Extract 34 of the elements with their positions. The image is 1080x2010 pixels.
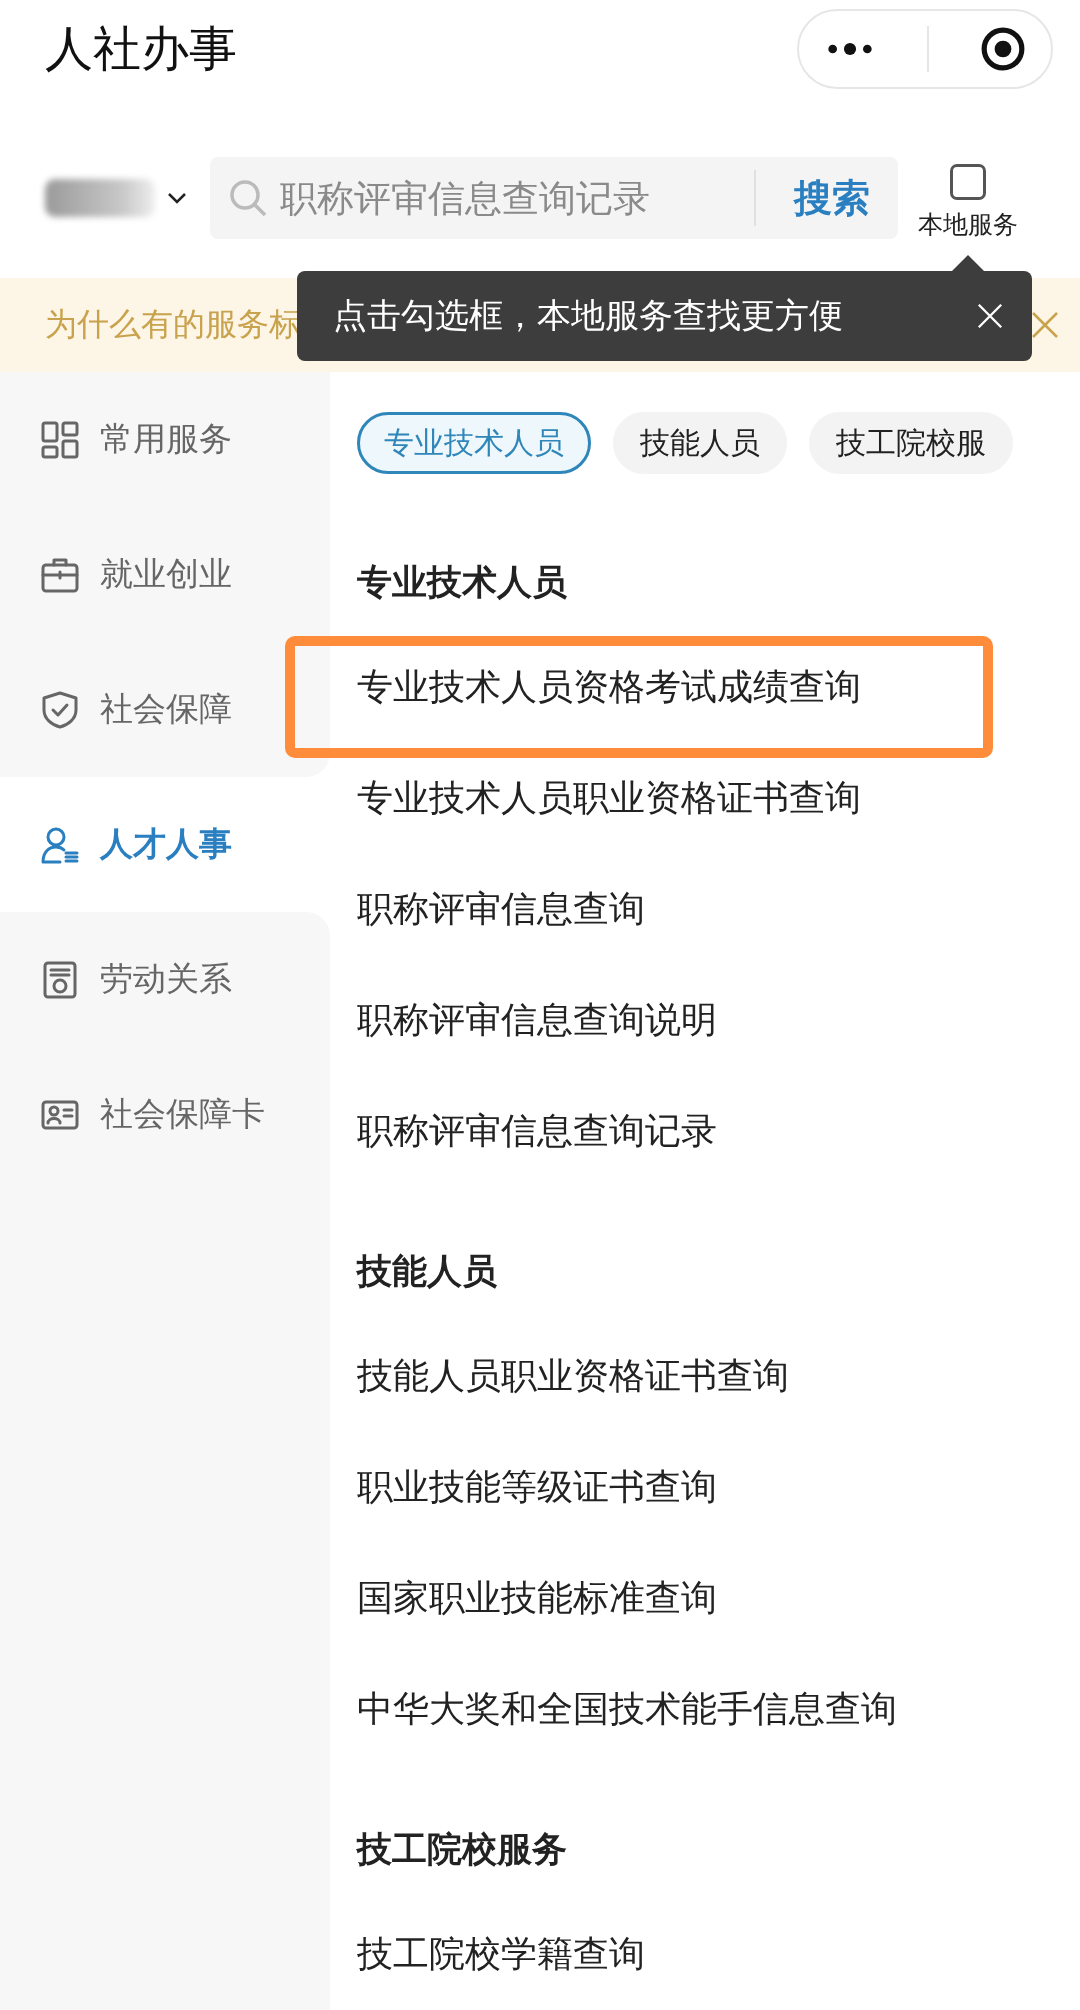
service-link[interactable]: 技能人员职业资格证书查询	[357, 1352, 789, 1401]
category-chip[interactable]: 技能人员	[613, 412, 787, 474]
category-chip[interactable]: 专业技术人员	[357, 412, 591, 474]
service-link[interactable]: 职业技能等级证书查询	[357, 1463, 717, 1512]
service-link[interactable]: 职称评审信息查询记录	[357, 1107, 717, 1156]
sidebar-item[interactable]: 劳动关系	[0, 912, 330, 1047]
search-icon	[228, 178, 268, 219]
close-icon[interactable]	[976, 302, 1004, 331]
search-field[interactable]: 职称评审信息查询记录 搜索	[210, 157, 898, 240]
shield-check-icon	[40, 689, 80, 730]
service-link[interactable]: 技工院校学籍查询	[357, 1930, 645, 1979]
service-link[interactable]: 中华大奖和全国技术能手信息查询	[357, 1685, 897, 1734]
tooltip-text: 点击勾选框，本地服务查找更方便	[333, 294, 844, 338]
notice-text: 为什么有的服务标	[45, 304, 301, 346]
local-service-label: 本地服务	[918, 208, 1018, 241]
close-target-icon[interactable]	[979, 26, 1026, 73]
service-link[interactable]: 专业技术人员资格考试成绩查询	[357, 663, 861, 712]
service-link[interactable]: 职称评审信息查询说明	[357, 996, 717, 1045]
search-button[interactable]: 搜索	[776, 172, 888, 224]
category-chip[interactable]: 技工院校服	[809, 412, 1013, 474]
sidebar-item[interactable]: 社会保障	[0, 642, 330, 777]
sidebar-item[interactable]: 社会保障卡	[0, 1047, 330, 1182]
service-link[interactable]: 国家职业技能标准查询	[357, 1574, 717, 1623]
page-title: 人社办事	[45, 19, 237, 79]
local-service-checkbox[interactable]	[950, 163, 986, 200]
grid-icon	[40, 419, 80, 460]
chevron-down-icon[interactable]	[167, 192, 187, 205]
sidebar-item[interactable]: 常用服务	[0, 372, 330, 507]
section-heading: 技工院校服务	[357, 1828, 568, 1871]
service-link[interactable]: 职称评审信息查询	[357, 885, 645, 934]
section-heading: 专业技术人员	[357, 561, 568, 604]
service-link[interactable]: 专业技术人员职业资格证书查询	[357, 774, 861, 823]
sidebar-item[interactable]: 就业创业	[0, 507, 330, 642]
section-heading: 技能人员	[357, 1250, 498, 1293]
